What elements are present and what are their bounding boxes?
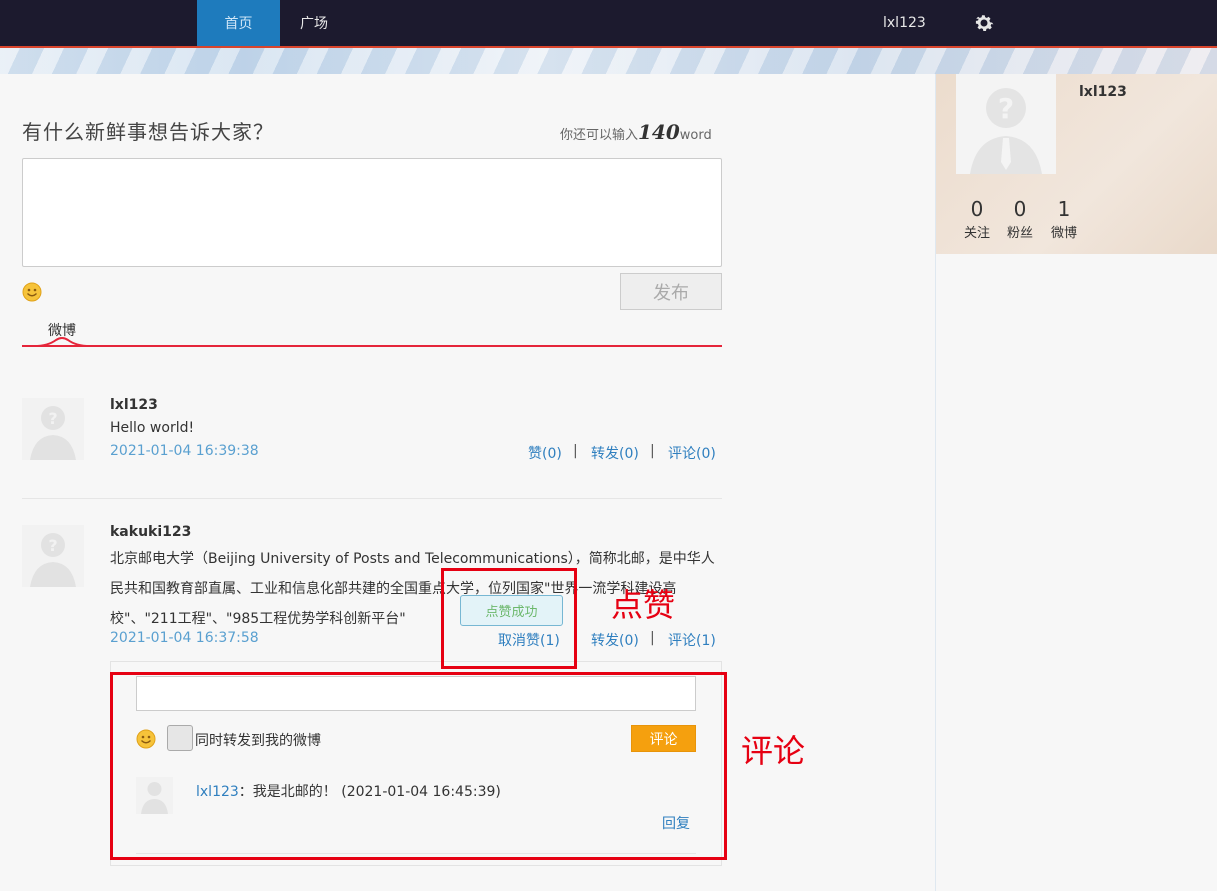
sidebar: ? lxl123 0 关注 0 粉丝 1 微博 (935, 74, 1217, 891)
counter-number: 140 (638, 120, 680, 144)
post-time[interactable]: 2021-01-04 16:37:58 (110, 630, 259, 646)
char-counter: 你还可以输入140word (560, 120, 712, 144)
stat-fans-count: 0 (1013, 197, 1027, 221)
stat-weibo-label: 微博 (1050, 226, 1077, 241)
post-username[interactable]: lxl123 (110, 397, 158, 413)
like-highlight-box (441, 568, 577, 669)
nav-username-link[interactable]: lxl123 (883, 0, 926, 46)
profile-card: ? lxl123 0 关注 0 粉丝 1 微博 (936, 74, 1217, 254)
comment-button[interactable]: 评论(1) (668, 630, 716, 650)
tab-underline (22, 345, 722, 347)
counter-prefix: 你还可以输入 (560, 128, 639, 143)
svg-text:?: ? (998, 92, 1014, 125)
svg-text:?: ? (48, 409, 57, 428)
stat-fans-label: 粉丝 (1006, 226, 1033, 241)
comment-highlight-box (110, 672, 727, 860)
post-time[interactable]: 2021-01-04 16:39:38 (110, 443, 259, 459)
stat-fans[interactable]: 0 粉丝 (1000, 198, 1040, 241)
stat-follow[interactable]: 0 关注 (957, 198, 997, 241)
top-nav: 首页 广场 lxl123 (0, 0, 1217, 46)
repost-button[interactable]: 转发(0) (591, 443, 639, 463)
like-annotation: 点赞 (611, 586, 676, 624)
like-button[interactable]: 赞(0) (528, 443, 562, 463)
separator: | (573, 443, 578, 459)
repost-button[interactable]: 转发(0) (591, 630, 639, 650)
counter-suffix: word (679, 128, 712, 143)
avatar[interactable]: ? (22, 525, 84, 587)
avatar[interactable]: ? (22, 398, 84, 460)
publish-button[interactable]: 发布 (620, 273, 722, 310)
post-text: Hello world! (110, 420, 195, 436)
stat-follow-count: 0 (970, 197, 984, 221)
comment-annotation: 评论 (741, 732, 806, 770)
post-textarea[interactable] (22, 158, 722, 267)
comment-button[interactable]: 评论(0) (668, 443, 716, 463)
stat-follow-label: 关注 (963, 226, 990, 241)
header-banner (0, 46, 1217, 74)
avatar[interactable]: ? (956, 74, 1056, 174)
nav-square-tab[interactable]: 广场 (300, 0, 328, 46)
post-username[interactable]: kakuki123 (110, 524, 191, 540)
separator: | (650, 443, 655, 459)
stat-weibo[interactable]: 1 微博 (1044, 198, 1084, 241)
nav-home-tab[interactable]: 首页 (197, 0, 280, 46)
stat-weibo-count: 1 (1057, 197, 1071, 221)
separator: | (650, 630, 655, 646)
svg-text:?: ? (48, 536, 57, 555)
composer-prompt: 有什么新鲜事想告诉大家？ (22, 120, 274, 144)
post-divider (22, 498, 722, 499)
profile-name[interactable]: lxl123 (1079, 84, 1127, 100)
emoji-icon[interactable] (22, 282, 42, 302)
gear-icon[interactable] (972, 11, 996, 35)
